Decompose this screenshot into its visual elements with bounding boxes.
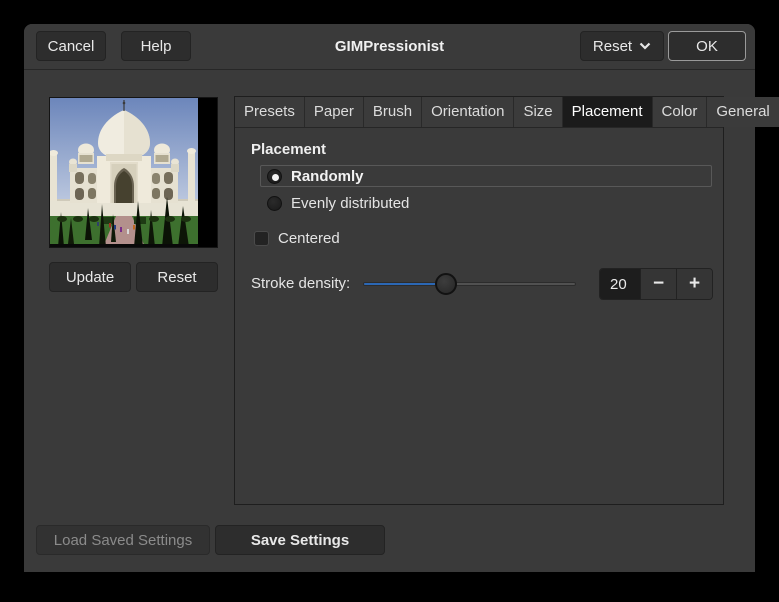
tab-paper[interactable]: Paper [304, 97, 364, 127]
save-settings-button[interactable]: Save Settings [215, 525, 385, 555]
tab-brush[interactable]: Brush [363, 97, 423, 127]
tab-size[interactable]: Size [514, 97, 563, 127]
slider-fill [364, 283, 447, 285]
titlebar: GIMPressionist Cancel Help Reset OK [24, 24, 755, 70]
gimpressionist-dialog: GIMPressionist Cancel Help Reset OK Upda… [24, 24, 779, 572]
slider-track[interactable] [363, 282, 576, 286]
radio-label: Randomly [291, 167, 364, 185]
stroke-density-label: Stroke density: [251, 275, 351, 292]
slider-handle[interactable] [435, 273, 458, 295]
tab-bar: Presets Paper Brush Orientation Size Pla… [235, 97, 779, 128]
plus-icon[interactable]: + [676, 269, 712, 299]
minus-icon[interactable]: − [640, 269, 676, 299]
stroke-density-slider[interactable] [363, 268, 576, 300]
tab-presets[interactable]: Presets [235, 97, 305, 127]
checkbox-icon[interactable] [254, 230, 269, 246]
radio-button-icon[interactable] [267, 195, 282, 211]
tab-general[interactable]: General [707, 97, 779, 127]
checkbox-label: Centered [278, 229, 340, 247]
stroke-density-input[interactable] [600, 269, 640, 299]
stroke-density-spinbox: − + [599, 268, 713, 300]
preview-reset-button[interactable]: Reset [136, 262, 218, 292]
settings-notebook: Presets Paper Brush Orientation Size Pla… [234, 96, 779, 505]
ok-button[interactable]: OK [668, 31, 746, 61]
reset-dropdown-button[interactable]: Reset [580, 31, 664, 61]
preview-image [49, 97, 218, 248]
centered-checkbox-row[interactable]: Centered [254, 228, 340, 248]
radio-option-evenly-distributed[interactable]: Evenly distributed [260, 192, 712, 214]
radio-button-icon[interactable] [267, 168, 282, 184]
tab-orientation[interactable]: Orientation [422, 97, 515, 127]
chevron-down-icon [639, 42, 651, 50]
update-button[interactable]: Update [49, 262, 131, 292]
cancel-button[interactable]: Cancel [36, 31, 106, 61]
radio-option-randomly[interactable]: Randomly [260, 165, 712, 187]
radio-label: Evenly distributed [291, 194, 410, 212]
reset-dropdown-label: Reset [592, 37, 633, 55]
load-saved-settings-button[interactable]: Load Saved Settings [36, 525, 210, 555]
panel-heading: Placement [251, 141, 327, 158]
tab-color[interactable]: Color [652, 97, 708, 127]
taj-mahal-illustration [50, 98, 198, 247]
placement-panel: Placement Randomly Evenly distributed Ce… [235, 128, 723, 504]
tab-placement[interactable]: Placement [562, 97, 653, 127]
preview-black-band [198, 98, 217, 247]
help-button[interactable]: Help [121, 31, 191, 61]
